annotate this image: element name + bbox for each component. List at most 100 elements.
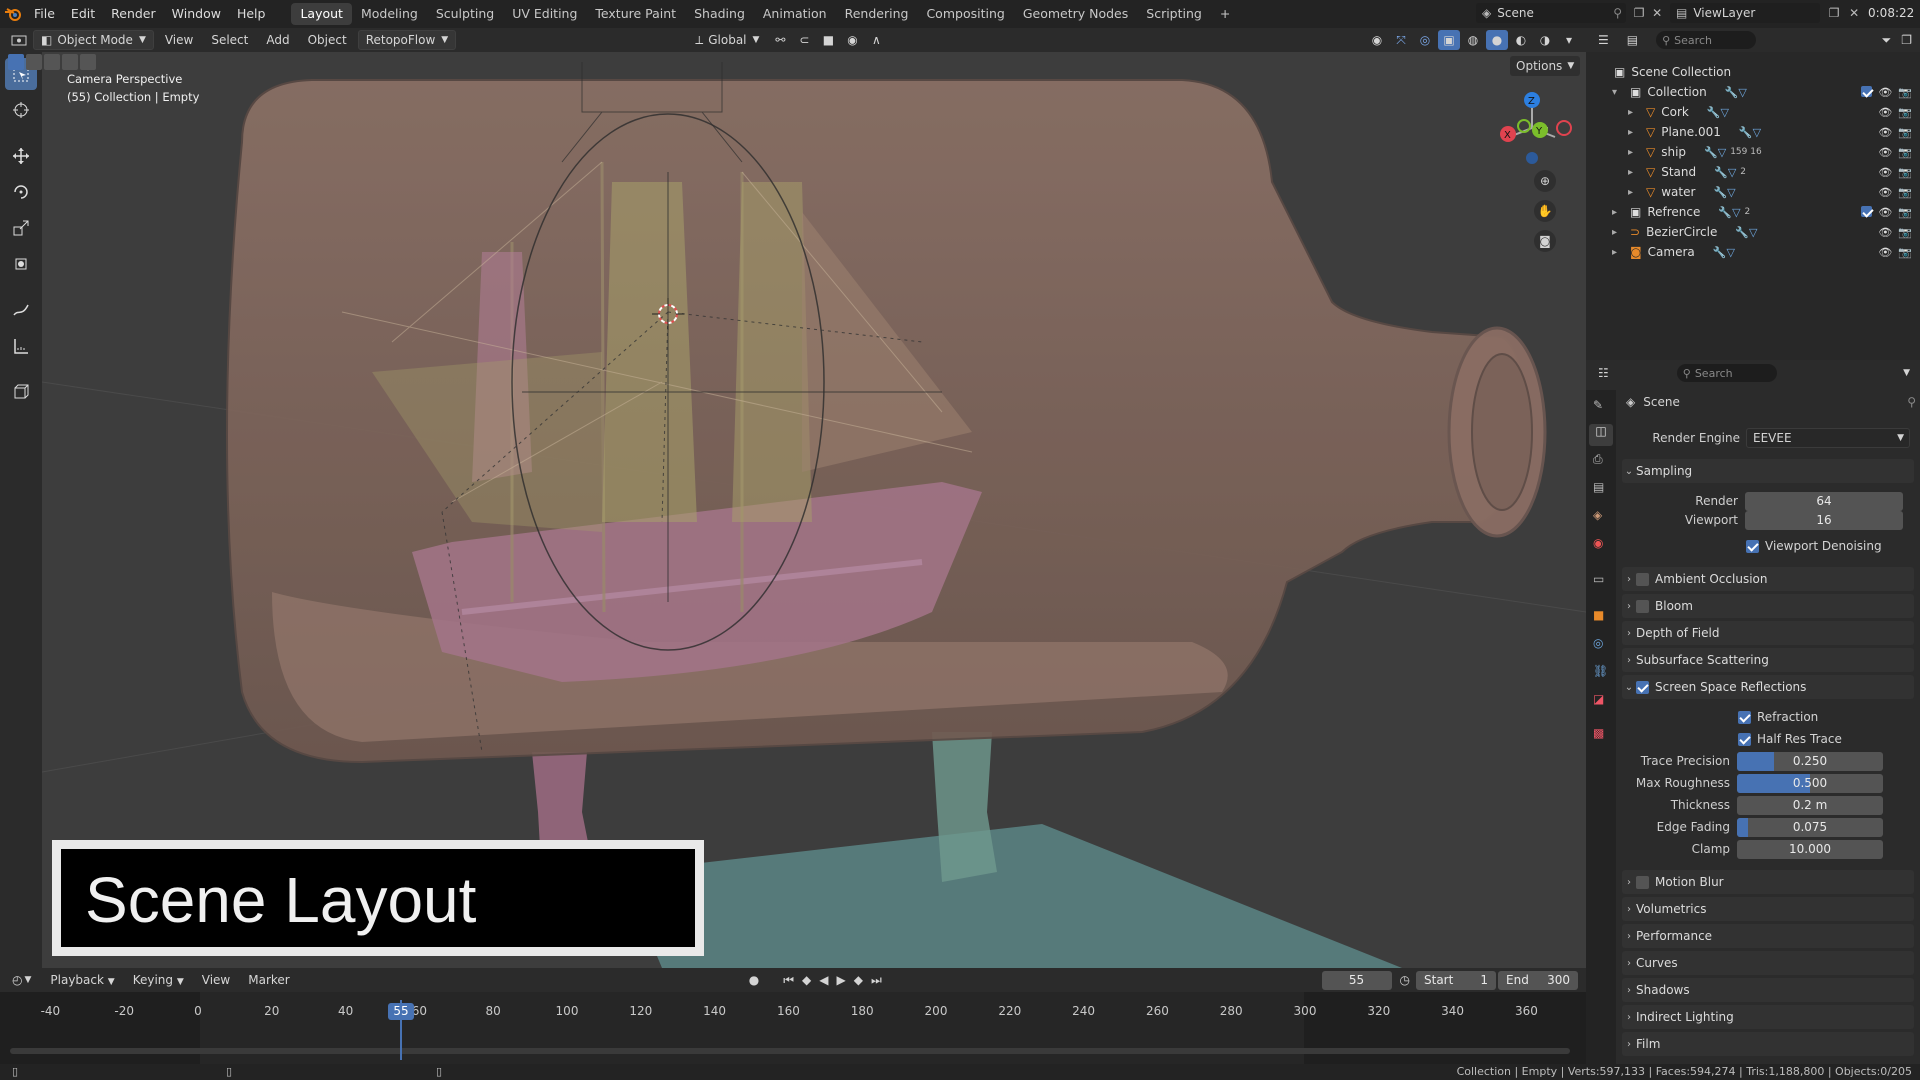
panel-enable-checkbox[interactable] bbox=[1636, 875, 1649, 889]
delete-view-layer-icon[interactable]: ✕ bbox=[1849, 6, 1859, 20]
play-reverse-icon[interactable]: ◀ bbox=[819, 973, 828, 987]
visibility-icon[interactable]: ◉ bbox=[1366, 30, 1388, 50]
panel-curves[interactable]: › Curves bbox=[1622, 951, 1914, 975]
tab-uv-editing[interactable]: UV Editing bbox=[503, 3, 586, 25]
outliner-item-beziercircle[interactable]: ▸ ⊃ BezierCircle 🔧▽ 👁 📷 bbox=[1586, 222, 1920, 242]
shading-options-icon[interactable]: ▾ bbox=[1558, 30, 1580, 50]
expand-arrow-icon[interactable]: ▾ bbox=[1612, 87, 1626, 98]
clamp-field[interactable]: 10.000 bbox=[1737, 840, 1883, 859]
transform-orientation-dropdown[interactable]: ⟂ Global ▼ bbox=[688, 30, 766, 50]
outliner-item-camera[interactable]: ▸ ◙ Camera 🔧▽ 👁 📷 bbox=[1586, 242, 1920, 262]
start-frame-field[interactable]: Start 1 bbox=[1416, 970, 1496, 990]
options-button[interactable]: Options ▼ bbox=[1510, 56, 1581, 76]
ssr-enable-checkbox[interactable] bbox=[1636, 680, 1649, 694]
ssr-panel-header[interactable]: ⌄ Screen Space Reflections bbox=[1622, 675, 1914, 699]
camera-view-icon[interactable]: ◙ bbox=[1534, 230, 1556, 252]
eye-icon[interactable]: 👁 bbox=[1878, 86, 1892, 99]
outliner-item-cork[interactable]: ▸ ▽ Cork 🔧▽ 👁 📷 bbox=[1586, 102, 1920, 122]
tab-geometry-nodes[interactable]: Geometry Nodes bbox=[1014, 3, 1137, 25]
panel-performance[interactable]: › Performance bbox=[1622, 924, 1914, 948]
panel-volumetrics[interactable]: › Volumetrics bbox=[1622, 897, 1914, 921]
eye-icon[interactable]: 👁 bbox=[1878, 126, 1892, 139]
tab-animation[interactable]: Animation bbox=[754, 3, 836, 25]
render-tab-icon[interactable]: ◫ bbox=[1589, 424, 1613, 446]
outliner-item-collection[interactable]: ▾ ▣ Collection 🔧▽ 👁 📷 bbox=[1586, 82, 1920, 102]
select-subtract-icon[interactable] bbox=[44, 54, 60, 70]
tab-layout[interactable]: Layout bbox=[291, 3, 352, 25]
expand-arrow-icon[interactable]: ▸ bbox=[1612, 207, 1626, 218]
expand-arrow-icon[interactable]: ▸ bbox=[1628, 147, 1642, 158]
render-camera-icon[interactable]: 📷 bbox=[1898, 166, 1912, 179]
expand-arrow-icon[interactable]: ▸ bbox=[1612, 247, 1626, 258]
transform-tool-icon[interactable] bbox=[5, 248, 37, 280]
proportional-edit-icon[interactable]: ◉ bbox=[841, 30, 863, 50]
measure-tool-icon[interactable] bbox=[5, 330, 37, 362]
scene-selector[interactable]: ◈ Scene ⚲ bbox=[1476, 3, 1626, 23]
select-invert-icon[interactable] bbox=[62, 54, 78, 70]
panel-depth-of-field[interactable]: › Depth of Field bbox=[1622, 621, 1914, 645]
add-workspace-button[interactable]: + bbox=[1211, 3, 1239, 25]
expand-arrow-icon[interactable]: ▸ bbox=[1612, 227, 1626, 238]
mode-dropdown[interactable]: ◧ Object Mode ▼ bbox=[33, 30, 154, 50]
material-shading-icon[interactable]: ◐ bbox=[1510, 30, 1532, 50]
snap-target-icon[interactable]: ■ bbox=[817, 30, 839, 50]
outliner-editor-icon[interactable]: ☰ bbox=[1598, 33, 1609, 47]
outliner-item-stand[interactable]: ▸ ▽ Stand 🔧▽ 2 👁 📷 bbox=[1586, 162, 1920, 182]
panel-motion-blur[interactable]: › Motion Blur bbox=[1622, 870, 1914, 894]
new-scene-icon[interactable]: ❐ bbox=[1634, 6, 1645, 20]
scale-tool-icon[interactable] bbox=[5, 212, 37, 244]
world-tab-icon[interactable]: ◉ bbox=[1593, 536, 1603, 550]
solid-shading-icon[interactable]: ● bbox=[1486, 30, 1508, 50]
outliner-item-plane-001[interactable]: ▸ ▽ Plane.001 🔧▽ 👁 📷 bbox=[1586, 122, 1920, 142]
eye-icon[interactable]: 👁 bbox=[1878, 186, 1892, 199]
scene-tab-icon[interactable]: ◈ bbox=[1593, 508, 1602, 522]
overlay-toggle-icon[interactable]: ◎ bbox=[1414, 30, 1436, 50]
playhead[interactable]: 55 bbox=[388, 1003, 414, 1020]
render-camera-icon[interactable]: 📷 bbox=[1898, 206, 1912, 219]
tab-compositing[interactable]: Compositing bbox=[917, 3, 1013, 25]
menu-timeline-view[interactable]: View bbox=[195, 970, 237, 990]
menu-object[interactable]: Object bbox=[301, 30, 354, 50]
edge-fading-slider[interactable]: 0.075 bbox=[1737, 818, 1883, 837]
render-camera-icon[interactable]: 📷 bbox=[1898, 226, 1912, 239]
expand-arrow-icon[interactable]: ▸ bbox=[1628, 167, 1642, 178]
rotate-tool-icon[interactable] bbox=[5, 176, 37, 208]
render-camera-icon[interactable]: 📷 bbox=[1898, 86, 1912, 99]
timeline-editor-icon[interactable]: ◴ bbox=[12, 973, 22, 987]
outliner-scene-collection[interactable]: ▣ Scene Collection bbox=[1586, 62, 1920, 82]
viewport-denoising-checkbox[interactable]: Viewport Denoising bbox=[1746, 536, 1882, 556]
falloff-icon[interactable]: ∧ bbox=[865, 30, 887, 50]
properties-editor-icon[interactable]: ☷ bbox=[1598, 366, 1609, 380]
menu-window[interactable]: Window bbox=[164, 4, 229, 24]
add-cube-tool-icon[interactable] bbox=[5, 376, 37, 408]
panel-ambient-occlusion[interactable]: › Ambient Occlusion bbox=[1622, 567, 1914, 591]
tab-scripting[interactable]: Scripting bbox=[1137, 3, 1211, 25]
eye-icon[interactable]: 👁 bbox=[1878, 166, 1892, 179]
new-collection-icon[interactable]: ❐ bbox=[1901, 33, 1912, 47]
display-mode-icon[interactable]: ▤ bbox=[1627, 33, 1638, 47]
expand-arrow-icon[interactable]: ▸ bbox=[1628, 127, 1642, 138]
max-roughness-slider[interactable]: 0.500 bbox=[1737, 774, 1883, 793]
menu-marker[interactable]: Marker bbox=[241, 970, 296, 990]
render-camera-icon[interactable]: 📷 bbox=[1898, 246, 1912, 259]
render-engine-dropdown[interactable]: EEVEE ▼ bbox=[1746, 428, 1910, 448]
panel-indirect-lighting[interactable]: › Indirect Lighting bbox=[1622, 1005, 1914, 1029]
eye-icon[interactable]: 👁 bbox=[1878, 206, 1892, 219]
chevron-down-icon[interactable]: ▼ bbox=[1903, 368, 1910, 378]
gizmo-toggle-icon[interactable]: ⤧ bbox=[1390, 30, 1412, 50]
select-intersect-icon[interactable] bbox=[80, 54, 96, 70]
outliner-item-water[interactable]: ▸ ▽ water 🔧▽ 👁 📷 bbox=[1586, 182, 1920, 202]
tool-tab-icon[interactable]: ✎ bbox=[1593, 398, 1603, 412]
3d-viewport[interactable]: Camera Perspective (55) Collection | Emp… bbox=[42, 52, 1586, 968]
view-layer-selector[interactable]: ▤ ViewLayer bbox=[1670, 3, 1820, 23]
tab-shading[interactable]: Shading bbox=[685, 3, 754, 25]
expand-arrow-icon[interactable]: ▸ bbox=[1628, 107, 1642, 118]
refraction-checkbox[interactable]: Refraction bbox=[1738, 707, 1818, 727]
render-samples-field[interactable]: 64 bbox=[1745, 492, 1903, 511]
panel-film[interactable]: › Film bbox=[1622, 1032, 1914, 1056]
exclude-checkbox[interactable] bbox=[1861, 85, 1873, 97]
render-camera-icon[interactable]: 📷 bbox=[1898, 126, 1912, 139]
eye-icon[interactable]: 👁 bbox=[1878, 106, 1892, 119]
trace-precision-slider[interactable]: 0.250 bbox=[1737, 752, 1883, 771]
new-view-layer-icon[interactable]: ❐ bbox=[1829, 6, 1840, 20]
